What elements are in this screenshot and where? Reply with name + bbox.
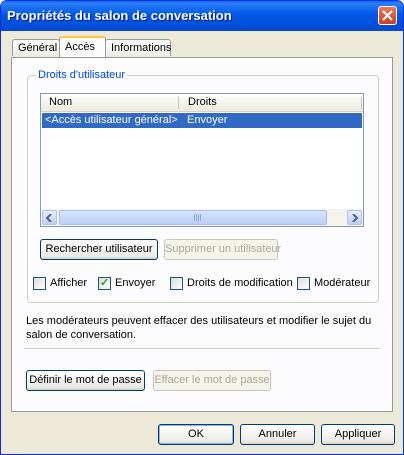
scroll-thumb[interactable] bbox=[59, 210, 327, 225]
column-divider[interactable] bbox=[178, 97, 179, 109]
checkbox-moderator-label: Modérateur bbox=[314, 277, 371, 289]
tab-access[interactable]: Accès bbox=[59, 36, 106, 57]
tab-strip: Général Accès Informations bbox=[1, 35, 403, 59]
arrow-left-icon bbox=[46, 213, 52, 222]
clear-password-button[interactable]: Effacer le mot de passe bbox=[153, 370, 271, 391]
checkbox-modify-rights-label: Droits de modification bbox=[187, 277, 293, 289]
tab-general[interactable]: Général bbox=[12, 39, 60, 56]
set-password-button[interactable]: Définir le mot de passe bbox=[26, 370, 145, 391]
scroll-right-button[interactable] bbox=[347, 210, 362, 225]
checkbox-moderator-box[interactable] bbox=[297, 277, 310, 290]
column-header-rights[interactable]: Droits bbox=[188, 96, 217, 108]
checkbox-modify-rights-box[interactable] bbox=[170, 277, 183, 290]
moderator-description: Les modérateurs peuvent effacer des util… bbox=[26, 315, 372, 341]
checkbox-send-box[interactable]: ✓ bbox=[98, 277, 111, 290]
apply-button[interactable]: Appliquer bbox=[321, 424, 395, 445]
checkbox-send-label: Envoyer bbox=[115, 277, 156, 289]
arrow-right-icon bbox=[352, 213, 358, 222]
user-rights-group-label: Droits d'utilisateur bbox=[36, 69, 128, 81]
divider bbox=[24, 348, 380, 349]
user-rights-list[interactable]: Nom Droits <Accès utilisateur général> E… bbox=[40, 93, 364, 227]
title-bar[interactable]: Propriétés du salon de conversation bbox=[1, 1, 403, 31]
horizontal-scrollbar[interactable] bbox=[41, 209, 363, 226]
find-user-button[interactable]: Rechercher utilisateur bbox=[40, 239, 158, 260]
column-divider[interactable] bbox=[361, 97, 362, 109]
grip-icon bbox=[194, 214, 202, 221]
close-icon bbox=[382, 10, 393, 21]
scroll-left-button[interactable] bbox=[42, 210, 57, 225]
tab-panel-access: Droits d'utilisateur Nom Droits <Accès u… bbox=[11, 57, 393, 412]
cancel-button[interactable]: Annuler bbox=[240, 424, 315, 445]
list-header: Nom Droits bbox=[41, 94, 363, 112]
close-button[interactable] bbox=[378, 6, 397, 25]
ok-button[interactable]: OK bbox=[158, 424, 234, 445]
list-item-name: <Accès utilisateur général> bbox=[45, 114, 178, 126]
list-item-rights: Envoyer bbox=[187, 114, 228, 126]
dialog-window: Propriétés du salon de conversation Géné… bbox=[0, 0, 404, 455]
remove-user-button[interactable]: Supprimer un utilisateur bbox=[164, 239, 281, 260]
window-title: Propriétés du salon de conversation bbox=[7, 8, 232, 23]
list-item[interactable]: <Accès utilisateur général> Envoyer bbox=[42, 113, 362, 128]
checkbox-show-box[interactable] bbox=[33, 277, 46, 290]
column-header-name[interactable]: Nom bbox=[49, 96, 72, 108]
checkbox-show-label: Afficher bbox=[50, 277, 88, 289]
checkmark-icon: ✓ bbox=[100, 277, 110, 289]
user-rights-group: Droits d'utilisateur Nom Droits <Accès u… bbox=[27, 69, 379, 303]
tab-information[interactable]: Informations bbox=[105, 39, 172, 56]
